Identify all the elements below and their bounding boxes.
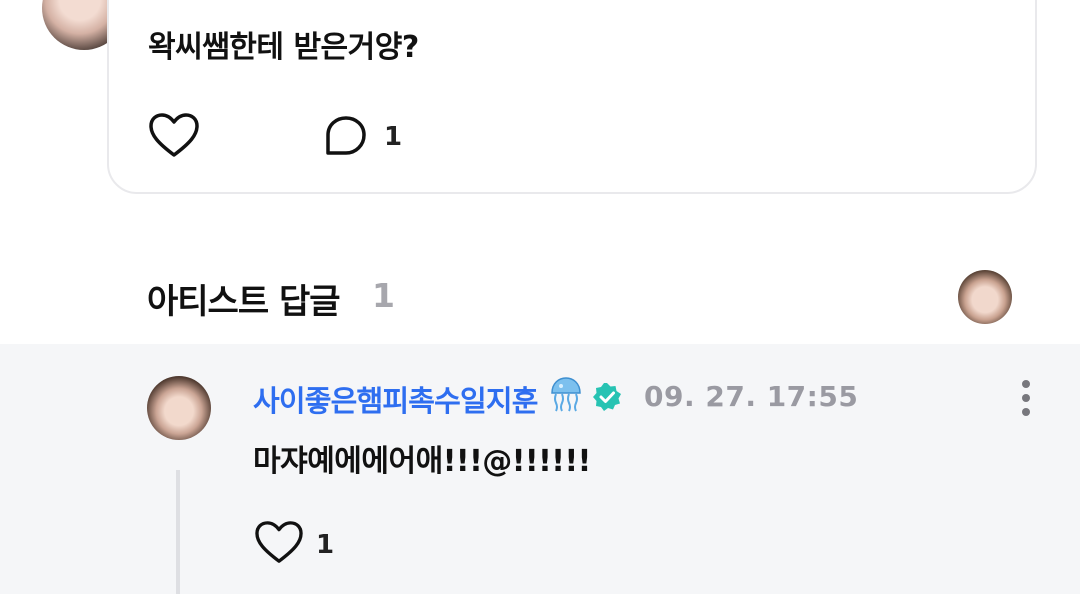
speech-bubble-icon (326, 116, 366, 155)
artist-name[interactable]: 사이좋은햄피촉수일지훈 (253, 378, 538, 420)
reply-count: 1 (384, 122, 403, 152)
verified-badge-icon (592, 382, 622, 412)
comment-text: 왁씨쌤한테 받은거양? (148, 30, 419, 65)
reply-button[interactable] (322, 114, 370, 160)
more-vertical-icon[interactable] (1018, 380, 1034, 416)
more-vertical-icon[interactable] (976, 0, 990, 6)
thread-line (176, 470, 180, 594)
reply-text: 마쟈예에에어애!!!@!!!!!! (253, 444, 591, 479)
artist-avatar-small[interactable] (958, 270, 1012, 324)
like-button[interactable] (254, 520, 304, 566)
section-title: 아티스트 답글 (147, 282, 341, 322)
jellyfish-emoji-icon (549, 376, 583, 412)
heart-outline-icon (255, 521, 303, 563)
like-button[interactable] (148, 112, 200, 160)
reply-timestamp: 09. 27. 17:55 (644, 380, 859, 413)
heart-outline-icon (149, 113, 199, 157)
artist-reply: 사이좋은햄피촉수일지훈 09. 27. 17:55 마쟈예에에어애!!!@!!!… (0, 344, 1080, 594)
like-count: 1 (316, 530, 335, 560)
artist-avatar[interactable] (147, 376, 211, 440)
section-count: 1 (372, 276, 395, 315)
